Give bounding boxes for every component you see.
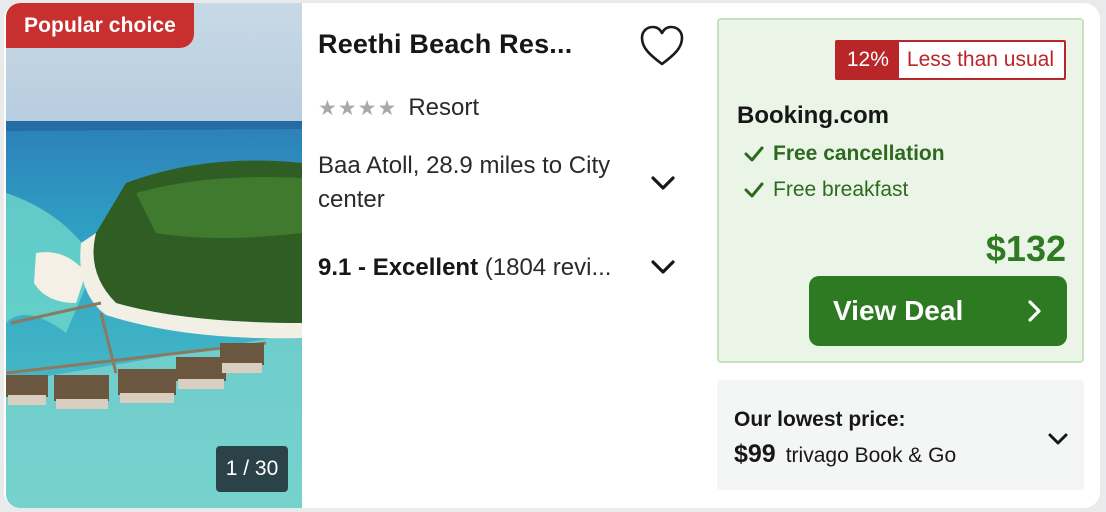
rating-score: 9.1 - Excellent: [318, 254, 479, 281]
star-icon: ★: [318, 96, 337, 120]
perk-free-breakfast: Free breakfast: [743, 178, 908, 202]
star-rating: ★ ★ ★ ★: [318, 98, 396, 119]
discount-badge: 12% Less than usual: [834, 40, 1066, 80]
discount-label: Less than usual: [906, 48, 1054, 71]
hotel-photo-image: [6, 3, 302, 508]
deal-price: $132: [985, 228, 1066, 269]
rating-expand-toggle[interactable]: [646, 253, 680, 281]
chevron-down-icon: [1048, 433, 1068, 445]
hotel-name[interactable]: Reethi Beach Res...: [318, 29, 618, 60]
accommodation-type: Resort: [408, 94, 479, 121]
star-icon: ★: [337, 96, 357, 120]
location-expand-toggle[interactable]: [646, 169, 680, 197]
star-icon: ★: [357, 96, 377, 120]
discount-percent: 12%: [836, 42, 899, 78]
popular-choice-badge: Popular choice: [6, 3, 194, 48]
star-icon: ★: [377, 96, 397, 120]
perk-label: Free breakfast: [773, 178, 909, 201]
deal-provider: Booking.com: [737, 102, 890, 129]
favorite-button[interactable]: [638, 23, 686, 69]
chevron-down-icon: [651, 176, 675, 190]
rating-review-count: (1804 revi...: [484, 254, 612, 281]
lowest-price-provider: trivago Book & Go: [785, 444, 957, 467]
lowest-price-panel[interactable]: Our lowest price: $99 trivago Book & Go: [717, 380, 1084, 490]
checkmark-icon: [744, 182, 764, 198]
heart-outline-icon: [640, 25, 684, 66]
lowest-price-line: $99 trivago Book & Go: [734, 440, 956, 469]
lowest-price-amount: $99: [734, 440, 776, 468]
lowest-price-title: Our lowest price:: [734, 408, 906, 431]
perk-label: Free cancellation: [773, 142, 945, 165]
deal-box[interactable]: 12% Less than usual Booking.com Free can…: [717, 18, 1084, 363]
checkmark-icon: [744, 146, 764, 162]
perk-free-cancellation: Free cancellation: [743, 142, 945, 166]
hotel-photo[interactable]: Popular choice 1 / 30: [6, 3, 302, 508]
chevron-right-icon: [1028, 300, 1041, 322]
view-deal-button[interactable]: View Deal: [809, 276, 1067, 346]
photo-counter: 1 / 30: [216, 446, 288, 492]
hotel-location: Baa Atoll, 28.9 miles to City center: [318, 152, 611, 213]
rating-summary: 9.1 - Excellent (1804 revi...: [318, 254, 638, 282]
view-deal-label: View Deal: [833, 295, 964, 326]
hotel-card[interactable]: Popular choice 1 / 30 Reethi Beach Res..…: [4, 3, 1100, 508]
stars-row: ★ ★ ★ ★ Resort: [318, 93, 479, 123]
chevron-down-icon: [651, 260, 675, 274]
